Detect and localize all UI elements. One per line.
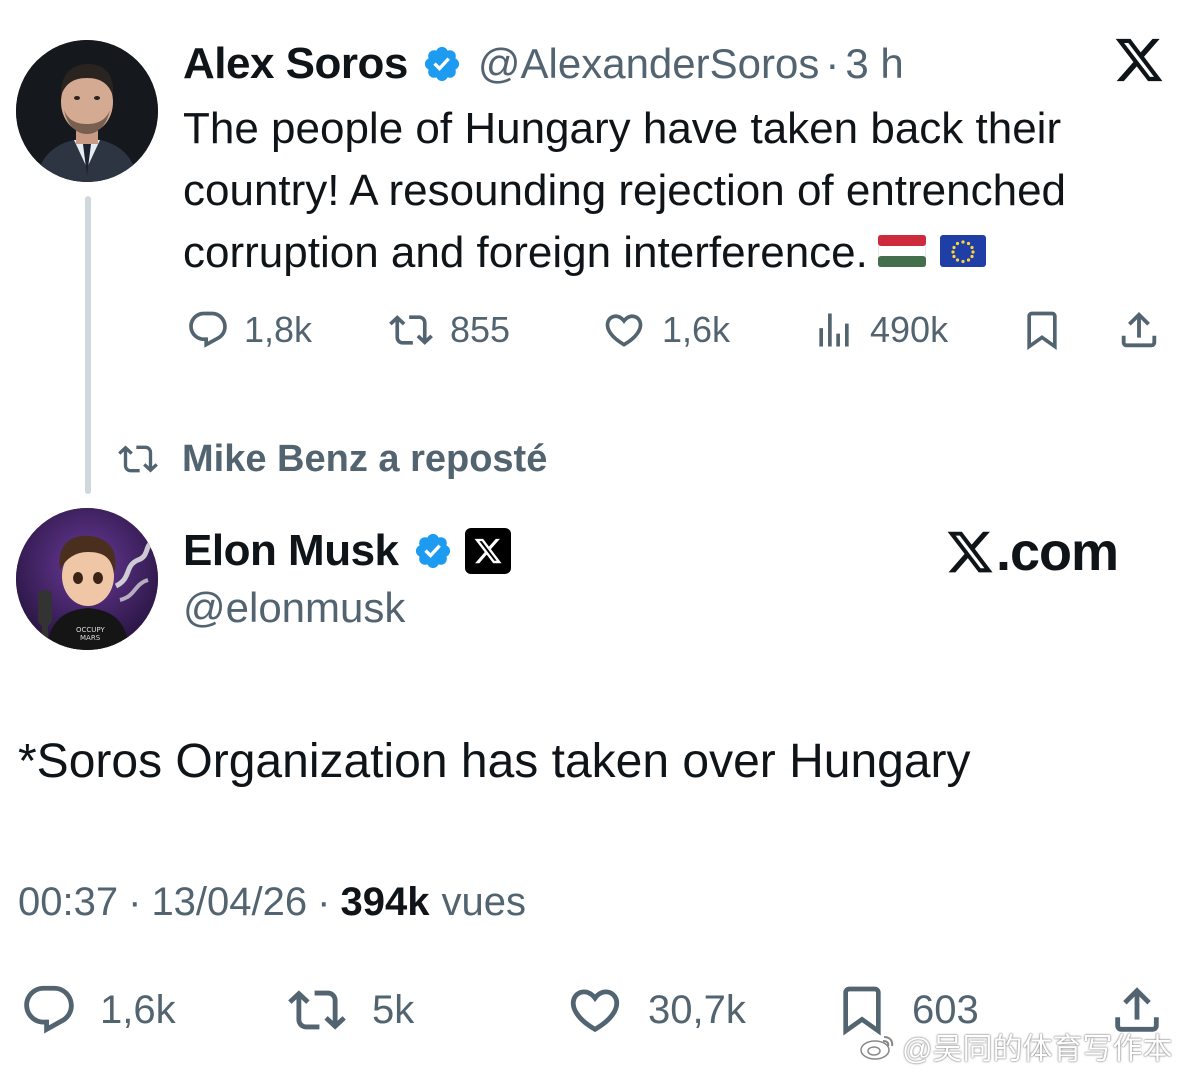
verified-badge-icon <box>424 46 459 82</box>
hungary-flag-icon <box>877 235 926 268</box>
quoted-author-handle[interactable]: @AlexanderSoros <box>478 40 819 88</box>
repost-count: 855 <box>450 309 511 350</box>
handle-time-separator: · <box>825 40 840 87</box>
views-count: 394k <box>340 880 430 924</box>
x-wordmark-icon <box>947 531 993 573</box>
svg-text:MARS: MARS <box>80 634 101 642</box>
reply-icon <box>189 311 227 348</box>
repost-count: 5k <box>372 987 415 1032</box>
post-time[interactable]: 00:37 <box>18 880 118 925</box>
avatar-portrait-image <box>16 40 158 182</box>
meta-separator: · <box>317 880 331 924</box>
like-button[interactable]: 30,7k <box>564 978 746 1042</box>
reply-button[interactable]: 1,8k <box>186 300 312 360</box>
main-tweet-meta: 00:37 · 13/04/26 · 394k vues <box>18 880 526 925</box>
views-button[interactable]: 490k <box>812 300 948 360</box>
bookmark-button[interactable] <box>1020 300 1064 360</box>
bookmark-icon <box>1027 311 1057 351</box>
repost-icon <box>288 990 346 1030</box>
heart-icon <box>605 314 643 347</box>
affiliate-x-badge <box>464 528 511 574</box>
repost-button[interactable]: 5k <box>284 978 414 1042</box>
views-count: 490k <box>870 309 949 350</box>
repost-banner-icon <box>118 445 158 473</box>
share-button[interactable] <box>1116 300 1162 360</box>
reply-count: 1,8k <box>244 309 313 350</box>
verified-badge-icon <box>415 533 450 569</box>
quoted-tweet-header: Alex Soros @AlexanderSoros · 3 h <box>183 36 904 92</box>
main-author-name[interactable]: Elon Musk <box>183 526 399 576</box>
x-badge-icon <box>474 538 502 564</box>
quoted-tweet-actions: 1,8k 855 1,6k 490k <box>0 300 1194 360</box>
x-com-label: .com <box>944 518 1119 586</box>
share-icon <box>1121 311 1157 348</box>
repost-banner-text: Mike Benz a reposté <box>182 437 548 480</box>
reply-count: 1,6k <box>100 987 176 1032</box>
avatar-alex-soros[interactable] <box>16 40 158 182</box>
like-count: 30,7k <box>648 987 746 1032</box>
repost-icon <box>389 315 433 345</box>
like-count: 1,6k <box>662 309 731 350</box>
quoted-post-time[interactable]: 3 h <box>845 40 903 88</box>
svg-text:OCCUPY: OCCUPY <box>76 626 105 634</box>
heart-icon <box>570 989 620 1033</box>
avatar-elon-musk[interactable]: OCCUPY MARS <box>16 508 158 650</box>
x-com-text: .com <box>996 522 1119 582</box>
views-label: vues <box>441 880 526 924</box>
avatar-cartoon-image: OCCUPY MARS <box>16 508 158 650</box>
repost-banner[interactable]: Mike Benz a reposté <box>114 432 547 486</box>
like-button[interactable]: 1,6k <box>600 300 730 360</box>
views-chart-icon <box>819 313 849 347</box>
repost-button[interactable]: 855 <box>386 300 510 360</box>
eu-flag-icon <box>939 235 986 268</box>
reply-button[interactable]: 1,6k <box>20 978 176 1042</box>
meta-separator: · <box>128 880 142 924</box>
quoted-tweet-text: The people of Hungary have taken back th… <box>183 98 1183 284</box>
main-author-handle[interactable]: @elonmusk <box>183 584 405 632</box>
quoted-author-name[interactable]: Alex Soros <box>183 39 408 89</box>
x-logo-icon <box>1115 38 1163 82</box>
watermark-text: @吴同的体育写作本 <box>902 1033 1173 1066</box>
main-tweet-text: *Soros Organization has taken over Hunga… <box>18 735 971 788</box>
weibo-logo-icon <box>860 1036 894 1060</box>
main-tweet-header: Elon Musk <box>183 522 511 580</box>
quoted-tweet-body: The people of Hungary have taken back th… <box>183 104 1067 277</box>
weibo-watermark: @吴同的体育写作本 <box>858 1026 1172 1066</box>
reply-icon <box>24 985 74 1034</box>
post-date[interactable]: 13/04/26 <box>151 880 307 925</box>
